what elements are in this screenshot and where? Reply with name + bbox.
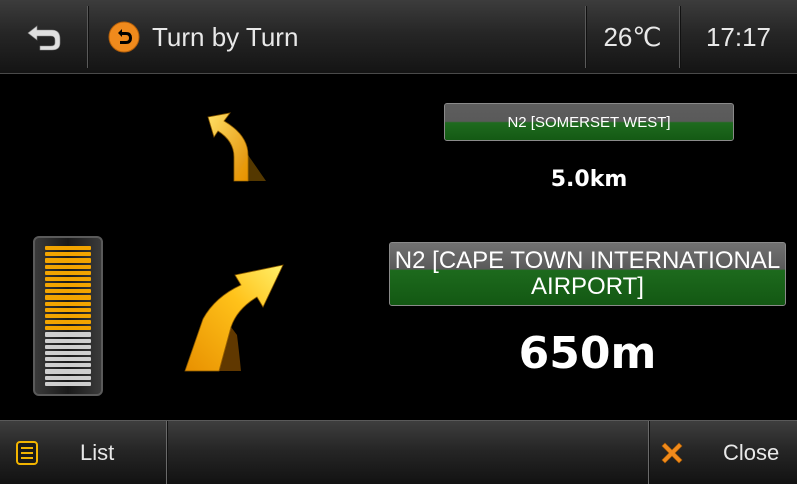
distance-label: 650m — [518, 328, 657, 379]
meter-bars — [45, 246, 91, 386]
meter-segment — [45, 270, 91, 275]
meter-segment — [45, 381, 91, 386]
meter-segment — [45, 313, 91, 319]
meter-segment — [45, 307, 91, 312]
page-title: Turn by Turn — [152, 21, 299, 52]
road-sign-label: N2 [CAPE TOWN INTERNATIONAL AIRPORT] — [390, 243, 785, 305]
temperature: 26℃ — [603, 21, 662, 52]
list-icon — [16, 441, 38, 465]
meter-segment — [45, 301, 91, 306]
close-x-icon — [661, 442, 683, 464]
close-label: Close — [723, 440, 780, 465]
keep-left-arrow-icon — [207, 112, 266, 182]
meter-segment — [45, 295, 91, 300]
meter-segment — [45, 332, 91, 337]
meter-segment — [45, 369, 91, 374]
distance-label: 5.0km — [550, 167, 628, 192]
meter-segment — [45, 264, 91, 269]
meter-segment — [45, 283, 91, 288]
u-turn-icon — [108, 21, 140, 53]
meter-segment — [45, 344, 91, 349]
road-sign: N2 [CAPE TOWN INTERNATIONAL AIRPORT] — [389, 242, 786, 306]
clock: 17:17 — [705, 21, 772, 52]
meter-segment — [45, 258, 91, 263]
meter-segment — [45, 276, 91, 282]
meter-segment — [45, 246, 91, 251]
top-bar: Turn by Turn 26℃ 17:17 — [0, 0, 797, 74]
list-button[interactable]: List — [0, 421, 166, 484]
meter-segment — [45, 326, 91, 331]
meter-segment — [45, 289, 91, 294]
meter-segment — [45, 252, 91, 257]
meter-segment — [45, 320, 91, 325]
close-button[interactable]: Close — [649, 421, 797, 484]
turn-list: N2 [SOMERSET WEST] 5.0km N2 [CAPE TOWN I… — [0, 75, 797, 420]
meter-segment — [45, 363, 91, 368]
footer-spacer — [167, 421, 648, 484]
bottom-bar: List Close — [0, 420, 797, 484]
meter-segment — [45, 357, 91, 362]
title-area: Turn by Turn — [88, 0, 585, 74]
road-sign-label: N2 [SOMERSET WEST] — [445, 104, 733, 140]
list-label: List — [80, 440, 115, 465]
meter-segment — [45, 350, 91, 356]
meter-segment — [45, 375, 91, 380]
road-sign: N2 [SOMERSET WEST] — [444, 103, 734, 141]
lane-meter — [33, 236, 103, 396]
back-arrow-icon — [27, 25, 61, 51]
meter-segment — [45, 338, 91, 343]
turn-right-arrow-icon — [184, 264, 284, 372]
back-button[interactable] — [0, 0, 88, 74]
